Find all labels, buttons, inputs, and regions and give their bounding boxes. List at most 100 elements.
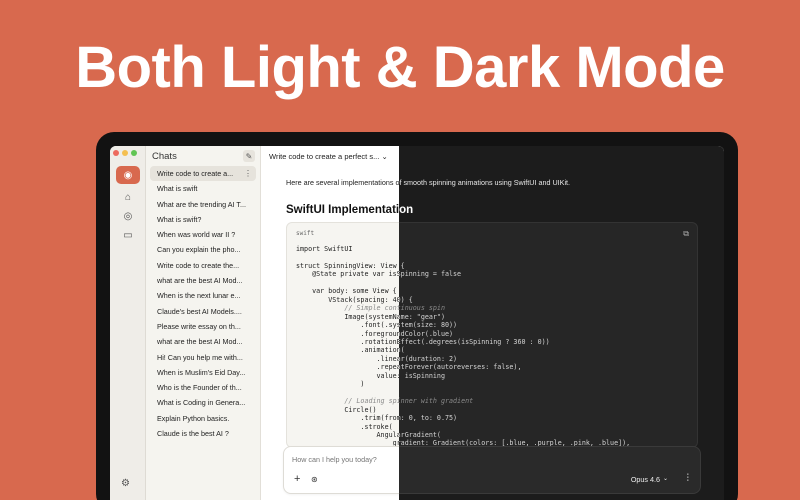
home-icon[interactable]: ⌂: [116, 188, 140, 206]
main-panel-dark: Write code to create a perfect s... ⌄ He…: [399, 146, 724, 500]
chat-list-item[interactable]: Can you explain the pho...: [150, 242, 256, 257]
sidebar-title: Chats: [152, 151, 177, 162]
chat-list-item[interactable]: When is the next lunar e...: [150, 288, 256, 303]
code-line: .animation(: [296, 346, 399, 355]
code-line: .linear(duration: 2): [376, 354, 399, 363]
chat-list-item[interactable]: What is swift: [150, 181, 256, 196]
code-line: .foregroundColor(.blue): [399, 329, 454, 338]
code-line: Image(systemName: "gear"): [399, 312, 445, 321]
code-line: .linear(duration: 2): [399, 354, 458, 363]
main-panel-light: Write code to create a perfect s... ⌄ He…: [261, 146, 399, 500]
book-icon[interactable]: ▭: [116, 226, 140, 244]
code-line: var body: some View {: [399, 287, 630, 295]
chevron-down-icon: ⌄: [662, 476, 668, 482]
chat-title: what are the best AI Mod...: [157, 276, 243, 286]
code-line: .stroke(: [399, 423, 630, 431]
code-line: .rotationEffect(.degrees(isSpinning ? 36…: [399, 337, 550, 346]
code-line: .trim(from: 0, to: 0.75): [399, 414, 458, 423]
chat-list-item[interactable]: Claude's best AI Models....: [150, 304, 256, 319]
code-language-label: swift: [296, 230, 315, 237]
code-line: struct SpinningView: View {: [400, 261, 405, 270]
chat-list-item[interactable]: What is Coding in Genera...: [150, 395, 256, 410]
chat-title: Write code to create a...: [157, 169, 234, 178]
code-line: // Loading spinner with gradient: [344, 397, 399, 406]
zoom-window-button[interactable]: [131, 150, 137, 156]
chat-title: what are the best AI Mod...: [157, 337, 243, 347]
code-line: import SwiftUI: [296, 245, 353, 253]
new-chat-icon[interactable]: ✎: [243, 150, 255, 162]
code-line: AngularGradient(: [376, 430, 399, 439]
message-composer: + ⊛ Opus 4.6 ⌄ ⫶: [399, 446, 701, 494]
chat-list-item[interactable]: what are the best AI Mod...: [150, 273, 256, 288]
chat-icon[interactable]: ◉: [116, 166, 140, 184]
code-block: swift ⧉ import SwiftUI struct SpinningVi…: [399, 222, 698, 456]
code-line: ): [399, 380, 630, 388]
chat-list: Write code to create a... ⋮ What is swift W…: [150, 166, 256, 441]
minimize-window-button[interactable]: [122, 150, 128, 156]
code-line: .stroke(: [296, 422, 393, 431]
code-line: .foregroundColor(.blue): [360, 329, 399, 338]
chat-title: Who is the Founder of th...: [157, 383, 242, 393]
chevron-down-icon: ⌄: [381, 152, 388, 161]
settings-icon[interactable]: ⚙: [121, 478, 130, 489]
section-heading: SwiftUI Implementation: [399, 204, 414, 216]
code-content: import SwiftUI struct SpinningView: View…: [399, 245, 630, 456]
voice-input-icon[interactable]: ⫶: [687, 473, 690, 484]
chat-title: Claude is the best AI ?: [157, 429, 229, 439]
chat-list-item[interactable]: Write code to create the...: [150, 258, 256, 273]
assistant-intro-text: Here are several implementations of smoo…: [399, 178, 571, 187]
chat-title: When was world war II ?: [157, 230, 236, 240]
code-line: // Simple continuous spin: [399, 304, 445, 313]
code-line: .animation(: [399, 346, 405, 355]
code-line: var body: some View {: [296, 287, 397, 296]
headline: Both Light & Dark Mode: [75, 35, 725, 100]
message-composer: + ⊛ Opus 4.6 ⌄ ⫶: [283, 446, 399, 494]
chat-list-item[interactable]: Hi! Can you help me with...: [150, 350, 256, 365]
chat-title: What is swift: [157, 184, 198, 194]
chat-list-item[interactable]: What is swift?: [150, 212, 256, 227]
model-selector[interactable]: Opus 4.6: [631, 475, 660, 484]
code-line: // Simple continuous spin: [344, 304, 399, 313]
chat-title: What is swift?: [157, 214, 202, 224]
close-window-button[interactable]: [113, 150, 119, 156]
message-input[interactable]: [399, 455, 492, 464]
chat-list-item[interactable]: Write code to create a... ⋮: [150, 166, 256, 182]
copy-icon[interactable]: ⧉: [683, 229, 689, 239]
add-attachment-icon[interactable]: +: [294, 473, 300, 485]
code-line: @State private var isSpinning = false: [399, 270, 462, 279]
code-line: ): [296, 380, 365, 389]
nav-rail: ◉ ⌂ ◎ ▭ ⚙: [110, 146, 146, 500]
chat-title: Can you explain the pho...: [157, 245, 241, 255]
app-window: ◉ ⌂ ◎ ▭ ⚙ Chats ✎ Write code to create a...…: [110, 146, 724, 500]
conversation-title[interactable]: Write code to create a perfect s... ⌄: [269, 152, 388, 161]
tools-icon[interactable]: ⊛: [311, 475, 318, 484]
chat-list-item[interactable]: Who is the Founder of th...: [150, 380, 256, 395]
code-line: // Loading spinner with gradient: [399, 397, 474, 406]
chat-title: When is Muslim's Eid Day...: [157, 367, 246, 377]
code-line: .font(.system(size: 80)): [399, 321, 458, 330]
chat-title: Claude's best AI Models....: [157, 306, 242, 316]
compass-icon[interactable]: ◎: [116, 207, 140, 225]
code-content: import SwiftUI struct SpinningView: View…: [296, 245, 399, 456]
chat-list-item[interactable]: Claude is the best AI ?: [150, 426, 256, 441]
chat-list-item[interactable]: Explain Python basics.: [150, 411, 256, 426]
chat-list-item[interactable]: When was world war II ?: [150, 227, 256, 242]
chat-list-item[interactable]: When is Muslim's Eid Day...: [150, 365, 256, 380]
chat-title: Write code to create the...: [157, 260, 240, 270]
code-line: struct SpinningView: View {: [296, 261, 399, 270]
more-options-icon[interactable]: ⋮: [244, 166, 252, 181]
code-line: Circle(): [296, 405, 377, 414]
chat-list-item[interactable]: Please write essay on th...: [150, 319, 256, 334]
chat-list-item[interactable]: what are the best AI Mod...: [150, 334, 256, 349]
code-line: .repeatForever(autoreverses: false),: [376, 363, 399, 372]
chat-title: Please write essay on th...: [157, 321, 241, 331]
message-input[interactable]: [292, 455, 399, 464]
chat-list-item[interactable]: What are the trending AI T...: [150, 197, 256, 212]
code-line: @State private var isSpinning = false: [312, 270, 399, 279]
code-line: VStack(spacing: 40) {: [399, 295, 413, 304]
